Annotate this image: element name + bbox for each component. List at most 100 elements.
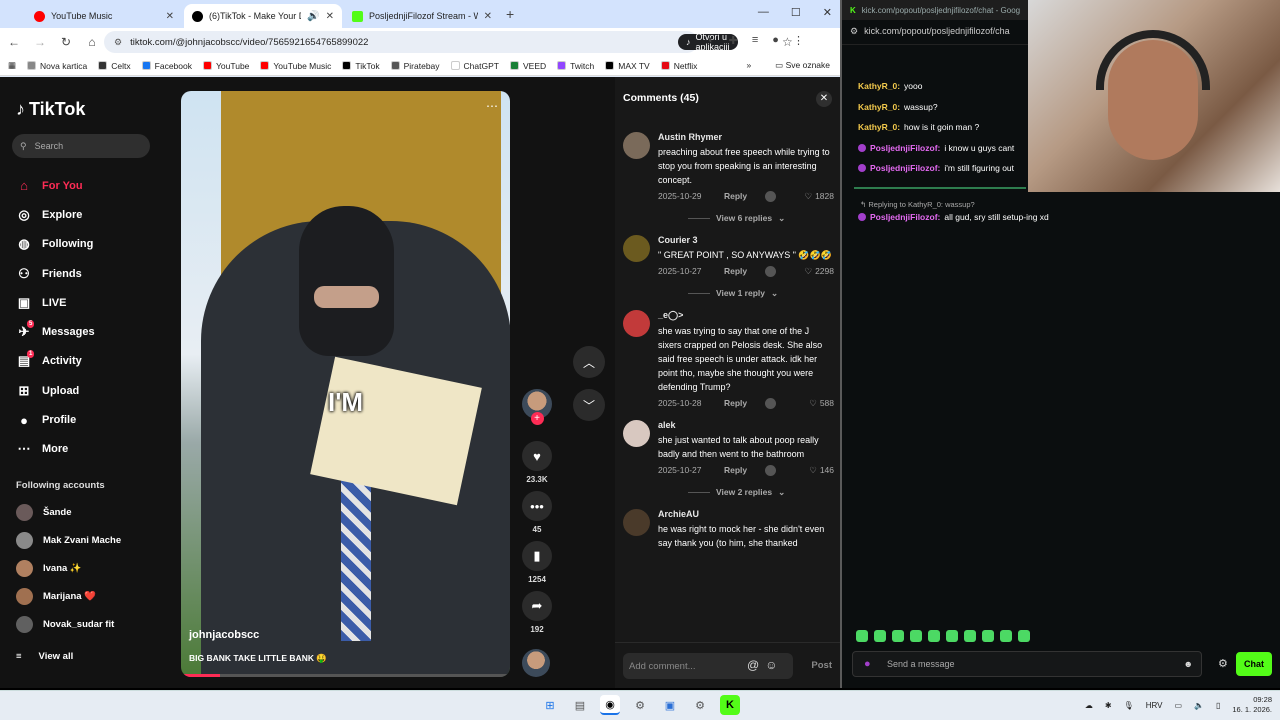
emoji-icon[interactable]: ☻ <box>1184 659 1193 669</box>
reply-button[interactable]: Reply <box>724 398 747 408</box>
bookmark-10[interactable]: MAX TV <box>605 61 650 71</box>
maximize-icon[interactable]: ☐ <box>791 6 801 19</box>
reply-button[interactable]: Reply <box>724 266 747 276</box>
comment-list[interactable]: Austin Rhymer preaching about free speech… <box>615 132 840 642</box>
bookmark-4[interactable]: YouTube Music <box>260 61 331 71</box>
sidebar-item-upload[interactable]: ⊞ Upload <box>16 376 166 405</box>
gear-app-icon[interactable]: ⚙ <box>690 695 710 715</box>
close-icon[interactable]: ✕ <box>484 11 492 22</box>
avatar[interactable] <box>623 310 650 337</box>
chat-send-button[interactable]: Chat <box>1236 652 1272 676</box>
kick-url-bar[interactable]: ⚙ kick.com/popout/posljednjifilozof/cha <box>850 22 1050 40</box>
emoji-icon[interactable]: ☺ <box>765 658 777 672</box>
apps-icon[interactable]: ▦ <box>8 60 16 71</box>
like-button[interactable]: ♡ 1828 <box>804 191 834 202</box>
bookmark-3[interactable]: YouTube <box>203 61 249 71</box>
kick-app-icon[interactable]: K <box>720 695 740 715</box>
sidebar-item-profile[interactable]: ● Profile <box>16 405 166 434</box>
like-button[interactable]: ♡ 146 <box>809 465 834 476</box>
profile-avatar-icon[interactable]: ● <box>772 34 779 47</box>
tab-kick[interactable]: PosljednjiFilozof Stream - Watc ✕ <box>344 4 500 28</box>
bluetooth-icon[interactable]: ✱ <box>1105 701 1112 710</box>
sidebar-item-explore[interactable]: ◎ Explore <box>16 200 166 229</box>
post-button[interactable]: Post <box>811 660 832 671</box>
following-account[interactable]: Marijana ❤️ <box>16 582 166 610</box>
clock[interactable]: 09:28 16. 1. 2026. <box>1232 695 1272 715</box>
share-action[interactable]: ➦ 192 <box>518 591 556 635</box>
emote-icon[interactable] <box>856 630 868 642</box>
microphone-icon[interactable]: 🎙 <box>1124 701 1134 710</box>
photos-icon[interactable]: ▣ <box>660 695 680 715</box>
emote-icon[interactable] <box>982 630 994 642</box>
forward-icon[interactable]: → <box>34 35 46 49</box>
avatar[interactable] <box>623 509 650 536</box>
network-icon[interactable]: ▭ <box>1174 701 1182 710</box>
avatar[interactable] <box>623 132 650 159</box>
bookmark-9[interactable]: Twitch <box>557 61 594 71</box>
battery-icon[interactable]: ▯ <box>1216 701 1220 710</box>
speaker-icon[interactable]: 🔊 <box>307 11 319 22</box>
sidebar-item-more[interactable]: ⋯ More <box>16 435 166 464</box>
all-bookmarks-button[interactable]: ▭ Sve oznake <box>775 60 830 71</box>
sidebar-item-messages[interactable]: ✈ 5 Messages <box>16 317 166 346</box>
video-progress-bar[interactable] <box>181 674 510 677</box>
bookmark-0[interactable]: Nova kartica <box>27 61 87 71</box>
emote-icon[interactable] <box>892 630 904 642</box>
site-info-icon[interactable]: ⚙ <box>114 37 122 48</box>
close-icon[interactable]: ✕ <box>816 91 832 107</box>
avatar[interactable] <box>623 420 650 447</box>
view-all-link[interactable]: ≡ View all <box>16 642 166 670</box>
extensions-icon[interactable]: ✚ <box>729 34 738 47</box>
tab-youtube-music[interactable]: YouTube Music ✕ <box>26 4 182 28</box>
emote-icon[interactable] <box>1018 630 1030 642</box>
send-message-input[interactable]: Send a message ☻ <box>852 651 1202 677</box>
emote-icon[interactable] <box>874 630 886 642</box>
home-icon[interactable]: ⌂ <box>86 35 98 49</box>
close-icon[interactable]: ✕ <box>166 11 174 22</box>
view-replies-button[interactable]: View 6 replies ⌄ <box>688 211 834 225</box>
bookmark-5[interactable]: TikTok <box>342 61 380 71</box>
google-lens-icon[interactable]: ◐ <box>708 34 715 47</box>
bookmark-7[interactable]: ChatGPT <box>450 61 499 71</box>
sidebar-item-following[interactable]: ◍ Following <box>16 230 166 259</box>
video-player[interactable]: I'M ⋯ johnjacobscc BIG BANK TAKE LITTLE … <box>181 91 510 677</box>
emote-icon[interactable] <box>964 630 976 642</box>
save-action[interactable]: ▮ 1254 <box>518 541 556 585</box>
following-account[interactable]: Šande <box>16 498 166 526</box>
mention-icon[interactable]: @ <box>747 658 759 672</box>
comment-action[interactable]: ••• 45 <box>518 491 556 535</box>
media-control-icon[interactable]: ≡ <box>752 34 758 47</box>
like-button[interactable]: ♡ 2298 <box>804 266 834 277</box>
sidebar-item-friends[interactable]: ⚇ Friends <box>16 259 166 288</box>
reload-icon[interactable]: ↻ <box>60 35 72 49</box>
comment-username[interactable]: Courier 3 <box>658 235 834 245</box>
app-tray-icon[interactable]: ☁ <box>1085 701 1093 710</box>
close-window-icon[interactable]: ✕ <box>823 6 832 19</box>
file-explorer-icon[interactable]: ▤ <box>570 695 590 715</box>
sidebar-item-live[interactable]: ▣ LIVE <box>16 288 166 317</box>
following-account[interactable]: Mak Zvani Mache <box>16 526 166 554</box>
following-account[interactable]: Ivana ✨ <box>16 554 166 582</box>
menu-icon[interactable]: ⋮ <box>793 34 804 47</box>
comment-icon[interactable]: ••• <box>522 491 552 521</box>
previous-video-button[interactable]: ︿ <box>573 346 605 378</box>
view-replies-button[interactable]: View 2 replies ⌄ <box>688 485 834 499</box>
more-options-icon[interactable]: ⋯ <box>486 99 498 113</box>
minimize-icon[interactable]: — <box>758 6 769 19</box>
follow-plus-icon[interactable]: + <box>530 412 544 425</box>
following-account[interactable]: Novak_sudar fit <box>16 610 166 638</box>
search-input[interactable]: ⚲ Search <box>12 134 150 158</box>
emote-icon[interactable] <box>1000 630 1012 642</box>
close-icon[interactable]: ✕ <box>326 11 334 22</box>
bookmark-1[interactable]: Celtx <box>98 61 131 71</box>
share-icon[interactable]: ➦ <box>522 591 552 621</box>
music-disc-avatar[interactable] <box>522 649 550 677</box>
emote-icon[interactable] <box>910 630 922 642</box>
new-tab-button[interactable]: + <box>506 6 514 22</box>
language-indicator[interactable]: HRV <box>1146 701 1163 710</box>
chrome-icon[interactable]: ◉ <box>600 695 620 715</box>
next-video-button[interactable]: ﹀ <box>573 389 605 421</box>
bookmark-11[interactable]: Netflix <box>660 61 697 71</box>
avatar[interactable] <box>623 235 650 262</box>
bookmark-8[interactable]: VEED <box>509 61 546 71</box>
